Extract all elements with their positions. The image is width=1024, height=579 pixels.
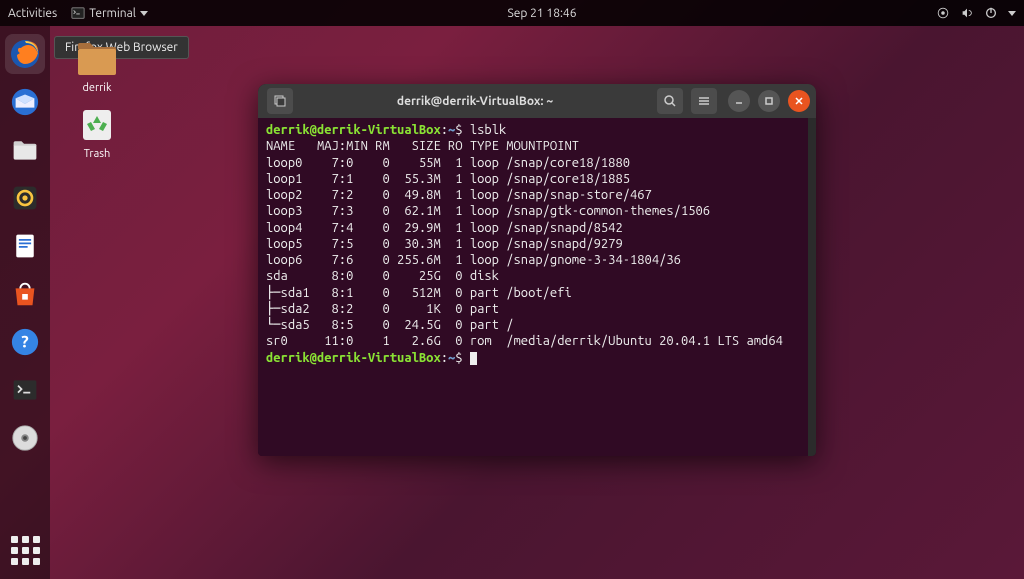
dock-help[interactable]: ?	[5, 322, 45, 362]
activities-button[interactable]: Activities	[8, 7, 57, 20]
volume-icon[interactable]	[960, 6, 974, 20]
trash-label: Trash	[60, 148, 134, 160]
clock[interactable]: Sep 21 18:46	[148, 7, 936, 20]
dock-software[interactable]	[5, 274, 45, 314]
recycle-icon	[77, 104, 117, 144]
minimize-icon	[734, 96, 744, 106]
disc-icon	[10, 423, 40, 453]
close-button[interactable]	[788, 90, 810, 112]
dock-libreoffice[interactable]	[5, 226, 45, 266]
hamburger-icon	[697, 94, 711, 108]
close-icon	[794, 96, 804, 106]
hamburger-menu-button[interactable]	[691, 88, 717, 114]
firefox-icon	[9, 38, 41, 70]
dock: ?	[0, 26, 50, 579]
titlebar[interactable]: derrik@derrik-VirtualBox: ~	[258, 84, 816, 118]
dock-files[interactable]	[5, 130, 45, 170]
home-folder-label: derrik	[60, 82, 134, 94]
dock-thunderbird[interactable]	[5, 82, 45, 122]
terminal-window: derrik@derrik-VirtualBox: ~ derrik@derri…	[258, 84, 816, 456]
dock-disc[interactable]	[5, 418, 45, 458]
chevron-down-icon[interactable]	[1008, 11, 1016, 16]
new-tab-icon	[273, 94, 287, 108]
top-bar: Activities Terminal Sep 21 18:46	[0, 0, 1024, 26]
window-title: derrik@derrik-VirtualBox: ~	[296, 95, 654, 108]
cursor	[470, 352, 477, 365]
terminal-output[interactable]: derrik@derrik-VirtualBox:~$ lsblk NAME M…	[258, 118, 816, 456]
folder-icon	[76, 39, 118, 77]
app-menu[interactable]: Terminal	[71, 6, 148, 20]
home-folder-icon[interactable]: derrik	[60, 36, 134, 94]
search-icon	[663, 94, 677, 108]
trash-icon[interactable]: Trash	[60, 102, 134, 160]
document-icon	[11, 232, 39, 260]
dock-rhythmbox[interactable]	[5, 178, 45, 218]
shopping-bag-icon	[10, 279, 40, 309]
maximize-button[interactable]	[758, 90, 780, 112]
desktop-icons: derrik Trash	[60, 36, 134, 160]
new-tab-button[interactable]	[267, 88, 293, 114]
folder-icon	[11, 136, 39, 164]
svg-text:?: ?	[21, 333, 28, 352]
maximize-icon	[764, 96, 774, 106]
chevron-down-icon	[140, 11, 148, 16]
terminal-icon	[11, 376, 39, 404]
dock-firefox[interactable]	[5, 34, 45, 74]
power-icon[interactable]	[984, 6, 998, 20]
search-button[interactable]	[657, 88, 683, 114]
show-applications-button[interactable]	[8, 533, 42, 567]
help-icon: ?	[10, 327, 40, 357]
dock-terminal[interactable]	[5, 370, 45, 410]
thunderbird-icon	[10, 87, 40, 117]
terminal-icon	[71, 6, 85, 20]
network-icon[interactable]	[936, 6, 950, 20]
music-icon	[11, 184, 39, 212]
minimize-button[interactable]	[728, 90, 750, 112]
app-menu-label: Terminal	[89, 7, 136, 20]
